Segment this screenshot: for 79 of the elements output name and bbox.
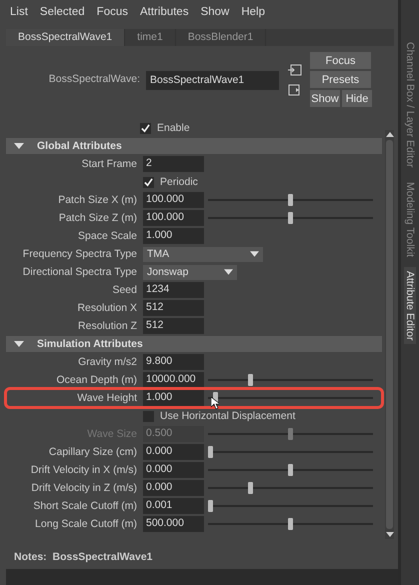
hide-button[interactable]: Hide <box>342 90 372 107</box>
value-field[interactable]: 512 <box>143 318 204 334</box>
value-field[interactable]: 1234 <box>143 282 204 298</box>
focus-button[interactable]: Focus <box>310 52 371 69</box>
checkbox[interactable] <box>140 122 151 134</box>
attribute-label: Space Scale <box>77 230 137 242</box>
dropdown-arrow-icon <box>250 251 259 257</box>
tab[interactable]: BossBlender1 <box>176 29 266 46</box>
scroll-up-icon[interactable] <box>386 132 394 137</box>
value-field[interactable]: 500.000 <box>143 516 204 532</box>
value-field[interactable]: 1.000 <box>143 228 204 244</box>
scroll-down-icon[interactable] <box>386 532 394 537</box>
dropdown[interactable]: Jonswap <box>143 264 237 280</box>
value-field[interactable]: 10000.000 <box>143 372 204 388</box>
attribute-label: Frequency Spectra Type <box>22 248 137 260</box>
dropdown-arrow-icon <box>224 269 233 275</box>
attribute-label: Drift Velocity in X (m/s) <box>30 464 137 476</box>
dropdown[interactable]: TMA <box>143 246 263 262</box>
slider-track[interactable] <box>208 392 373 404</box>
slider-thumb[interactable] <box>288 194 293 206</box>
checkbox[interactable] <box>143 410 154 422</box>
value-field[interactable]: 512 <box>143 300 204 316</box>
value-field[interactable]: 0.000 <box>143 480 204 496</box>
slider-thumb[interactable] <box>208 500 213 512</box>
slider-thumb[interactable] <box>288 464 293 476</box>
notes-label: Notes: BossSpectralWave1 <box>14 551 153 563</box>
node-name-field[interactable]: BossSpectralWave1 <box>146 71 279 90</box>
attribute-label: Wave Height <box>76 392 137 404</box>
menu-item[interactable]: Attributes <box>140 6 189 18</box>
value-field[interactable]: 100.000 <box>143 210 204 226</box>
checkbox-label: Enable <box>157 122 190 134</box>
value-field[interactable]: 0.000 <box>143 462 204 478</box>
expand-triangle-icon <box>14 143 24 149</box>
output-connection-icon[interactable] <box>288 84 302 96</box>
slider-thumb[interactable] <box>288 212 293 224</box>
section-header[interactable]: Simulation Attributes <box>6 336 382 352</box>
value-field[interactable]: 0.001 <box>143 498 204 514</box>
slider-thumb[interactable] <box>208 446 213 458</box>
node-label: BossSpectralWave: <box>48 73 140 85</box>
section-header[interactable]: Global Attributes <box>6 138 382 154</box>
tab[interactable]: BossSpectralWave1 <box>6 29 126 46</box>
slider-thumb[interactable] <box>248 374 253 386</box>
tab[interactable]: time1 <box>125 29 176 46</box>
scrollbar[interactable] <box>385 130 394 539</box>
checkbox-label: Use Horizontal Displacement <box>160 410 296 422</box>
menu-item[interactable]: Focus <box>96 6 128 18</box>
attribute-label: Seed <box>111 284 137 296</box>
value-field[interactable]: 9.800 <box>143 354 204 370</box>
attribute-label: Patch Size Z (m) <box>58 212 137 224</box>
checkbox[interactable] <box>143 176 154 188</box>
slider-thumb[interactable] <box>288 518 293 530</box>
slider-thumb[interactable] <box>248 482 253 494</box>
attribute-label: Ocean Depth (m) <box>55 374 137 386</box>
value-field[interactable]: 100.000 <box>143 192 204 208</box>
attribute-label: Gravity m/s2 <box>77 356 137 368</box>
menu-item[interactable]: Selected <box>40 6 85 18</box>
menu-item[interactable]: List <box>10 6 28 18</box>
side-tab[interactable]: Attribute Editor <box>404 266 416 344</box>
attribute-label: Directional Spectra Type <box>22 266 137 278</box>
attribute-label: Patch Size X (m) <box>57 194 137 206</box>
input-connection-icon[interactable] <box>288 64 302 76</box>
notes-field[interactable] <box>6 569 398 585</box>
presets-button[interactable]: Presets <box>310 71 371 88</box>
show-button[interactable]: Show <box>310 90 340 107</box>
checkbox-label: Periodic <box>160 176 198 188</box>
attribute-label: Start Frame <box>80 158 137 170</box>
attribute-label: Long Scale Cutoff (m) <box>34 518 137 530</box>
value-field[interactable]: 0.000 <box>143 444 204 460</box>
menu-item[interactable]: Help <box>241 6 266 18</box>
value-field[interactable]: 2 <box>143 156 204 172</box>
expand-triangle-icon <box>14 341 24 347</box>
attribute-label: Drift Velocity in Z (m/s) <box>30 482 137 494</box>
menu-item[interactable]: Show <box>200 6 230 18</box>
attribute-label: Resolution X <box>76 302 137 314</box>
mouse-pointer-icon <box>211 397 219 409</box>
attribute-label: Resolution Z <box>77 320 137 332</box>
value-field[interactable]: 1.000 <box>143 390 204 406</box>
attribute-label: Short Scale Cutoff (m) <box>32 500 137 512</box>
attribute-label: Capillary Size (cm) <box>48 446 137 458</box>
